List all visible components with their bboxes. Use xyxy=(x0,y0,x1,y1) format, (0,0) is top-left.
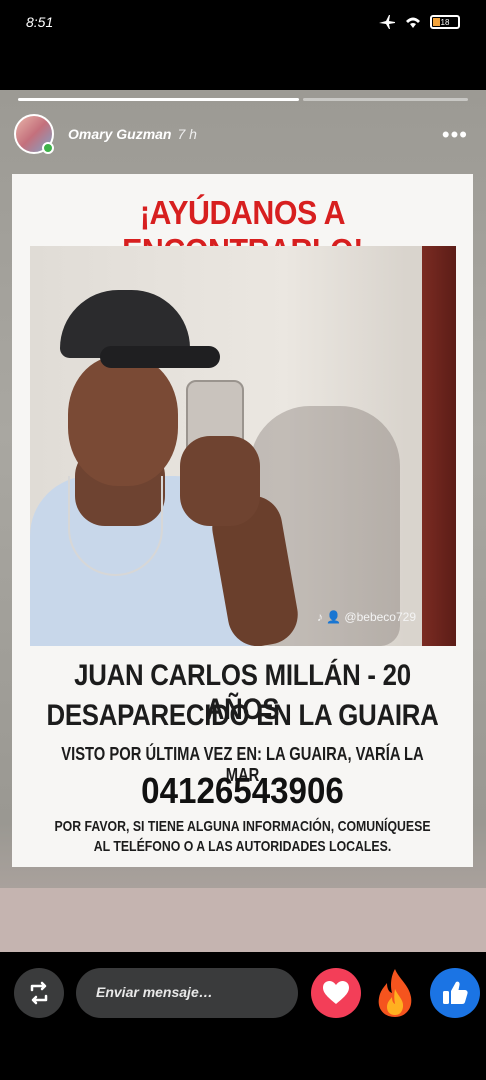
heart-icon xyxy=(323,981,349,1004)
online-indicator xyxy=(42,142,54,154)
repost-button[interactable] xyxy=(14,968,64,1018)
battery-icon: 18 xyxy=(430,15,460,29)
tiktok-icon: ♪ 👤 xyxy=(316,610,345,624)
more-options-icon[interactable]: ••• xyxy=(442,122,468,148)
tiktok-watermark: ♪ 👤 @bebeco729 xyxy=(316,610,416,624)
story-background xyxy=(0,888,486,952)
clock: 8:51 xyxy=(26,14,54,30)
missing-person-poster: ¡AYÚDANOS A ENCONTRARLO! ♪ 👤 @bebeco729 … xyxy=(12,174,473,867)
username[interactable]: Omary Guzman xyxy=(68,126,171,142)
heart-reaction-button[interactable] xyxy=(311,968,361,1018)
wifi-icon xyxy=(406,17,420,28)
like-reaction-button[interactable] xyxy=(430,968,480,1018)
progress-segment xyxy=(18,98,299,101)
airplane-icon xyxy=(379,15,395,29)
contact-request: POR FAVOR, SI TIENE ALGUNA INFORMACIÓN, … xyxy=(54,818,431,855)
progress-segment xyxy=(302,98,468,101)
story-time: 7 h xyxy=(177,126,197,142)
avatar[interactable] xyxy=(14,114,54,154)
status-bar: 8:51 18 xyxy=(0,0,486,48)
story-progress xyxy=(18,98,468,101)
reply-bar: Enviar mensaje… xyxy=(0,952,486,1080)
message-placeholder: Enviar mensaje… xyxy=(96,984,213,1000)
fire-reaction-button[interactable] xyxy=(370,968,420,1018)
missing-location: DESAPARECIDO EN LA GUAIRA xyxy=(46,699,439,732)
status-icons: 18 xyxy=(378,14,460,30)
like-icon xyxy=(443,981,468,1004)
repost-icon xyxy=(30,981,48,1005)
story-header: Omary Guzman 7 h ••• xyxy=(14,112,472,156)
person-photo: ♪ 👤 @bebeco729 xyxy=(30,246,456,646)
fire-icon xyxy=(378,969,412,1017)
message-input[interactable]: Enviar mensaje… xyxy=(76,968,298,1018)
story-viewer[interactable]: Omary Guzman 7 h ••• ¡AYÚDANOS A ENCONTR… xyxy=(0,90,486,952)
contact-phone: 04126543906 xyxy=(141,770,344,811)
